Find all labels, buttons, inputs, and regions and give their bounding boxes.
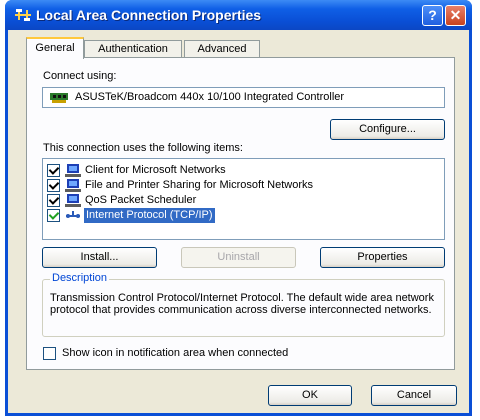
window-title: Local Area Connection Properties (36, 7, 262, 23)
components-list[interactable]: Client for Microsoft Networks File and P… (42, 158, 445, 240)
item-label: File and Printer Sharing for Microsoft N… (85, 179, 314, 191)
description-text: Transmission Control Protocol/Internet P… (50, 292, 434, 316)
adapter-name: ASUSTeK/Broadcom 440x 10/100 Integrated … (75, 91, 345, 103)
item-label: QoS Packet Scheduler (85, 194, 197, 206)
show-icon-checkbox[interactable] (43, 347, 56, 360)
item-checkbox[interactable] (47, 194, 60, 207)
item-label: Internet Protocol (TCP/IP) (84, 208, 215, 223)
item-checkbox[interactable] (47, 179, 60, 192)
ok-button[interactable]: OK (268, 385, 352, 406)
tab-general[interactable]: General (26, 37, 84, 59)
close-button[interactable]: ✕ (445, 5, 466, 26)
tab-advanced[interactable]: Advanced (184, 40, 260, 58)
configure-button[interactable]: Configure... (330, 119, 445, 140)
protocol-icon (66, 211, 80, 218)
tab-authentication[interactable]: Authentication (84, 40, 182, 58)
uninstall-button[interactable]: Uninstall (181, 247, 296, 268)
network-client-icon (65, 164, 81, 177)
show-icon-label[interactable]: Show icon in notification area when conn… (62, 347, 288, 359)
network-adapter-icon (50, 93, 68, 103)
description-legend: Description (50, 272, 110, 284)
cancel-button[interactable]: Cancel (371, 385, 457, 406)
item-label: Client for Microsoft Networks (85, 164, 226, 176)
item-checkbox[interactable] (47, 209, 60, 222)
install-button[interactable]: Install... (42, 247, 157, 268)
title-bar[interactable]: Local Area Connection Properties ? ✕ (5, 0, 472, 30)
qos-scheduler-icon (65, 194, 81, 207)
adapter-field: ASUSTeK/Broadcom 440x 10/100 Integrated … (42, 87, 445, 108)
items-label: This connection uses the following items… (43, 142, 243, 154)
file-printer-sharing-icon (65, 179, 81, 192)
connect-using-label: Connect using: (43, 70, 117, 82)
item-checkbox[interactable] (47, 164, 60, 177)
properties-button[interactable]: Properties (320, 247, 445, 268)
network-connection-icon (15, 9, 31, 21)
help-button[interactable]: ? (422, 5, 443, 26)
